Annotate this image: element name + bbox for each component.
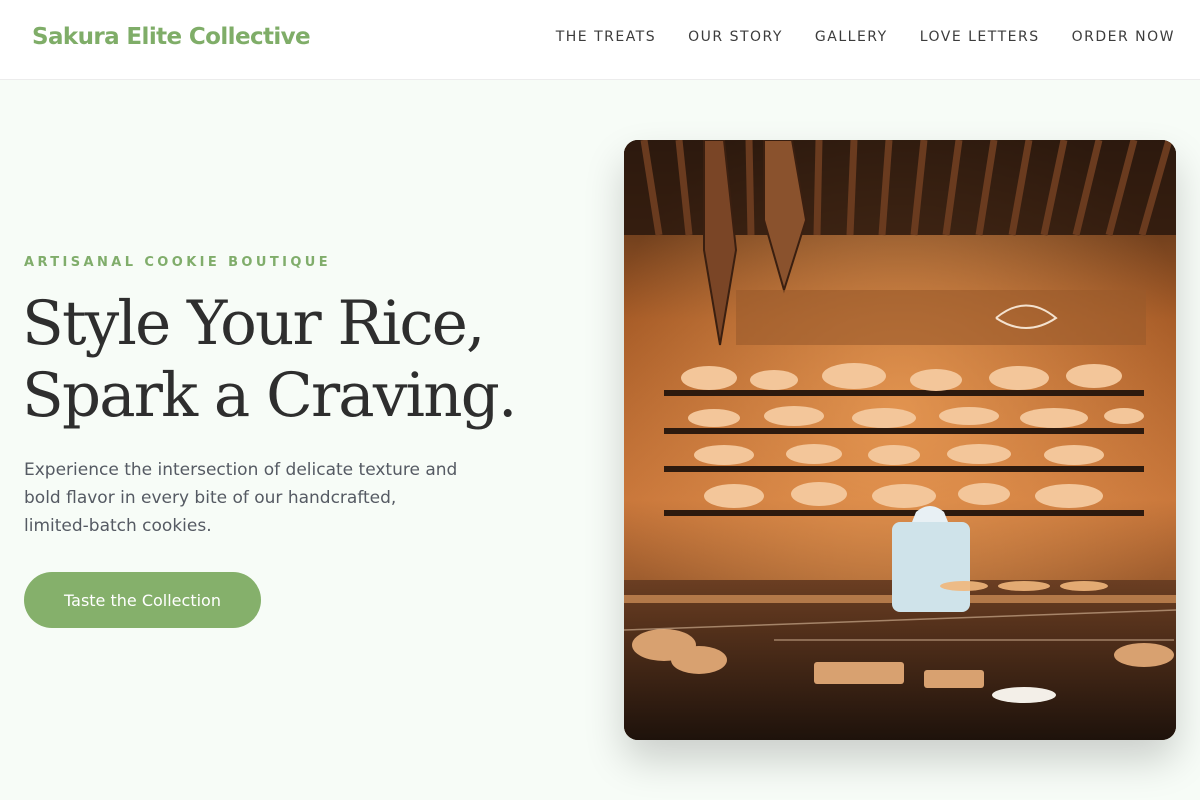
- hero-lead: Experience the intersection of delicate …: [24, 460, 458, 536]
- nav-item-the-treats[interactable]: THE TREATS: [556, 29, 656, 45]
- main-nav: THE TREATS OUR STORY GALLERY LOVE LETTER…: [524, 29, 1175, 45]
- nav-item-gallery[interactable]: GALLERY: [815, 29, 888, 45]
- bakery-hero-image: [624, 140, 1176, 740]
- brand-logo[interactable]: Sakura Elite Collective: [32, 24, 311, 50]
- headline-line-1: Style Your Rice,: [22, 288, 485, 359]
- hero-eyebrow: ARTISANAL COOKIE BOUTIQUE: [24, 255, 332, 270]
- nav-item-order-now[interactable]: ORDER NOW: [1072, 29, 1175, 45]
- hero-headline: Style Your Rice, Spark a Craving.: [22, 288, 602, 432]
- site-header: Sakura Elite Collective THE TREATS OUR S…: [0, 0, 1200, 80]
- taste-collection-button[interactable]: Taste the Collection: [24, 572, 261, 628]
- headline-line-2: Spark a Craving.: [22, 360, 517, 431]
- nav-item-our-story[interactable]: OUR STORY: [688, 29, 783, 45]
- nav-item-love-letters[interactable]: LOVE LETTERS: [920, 29, 1040, 45]
